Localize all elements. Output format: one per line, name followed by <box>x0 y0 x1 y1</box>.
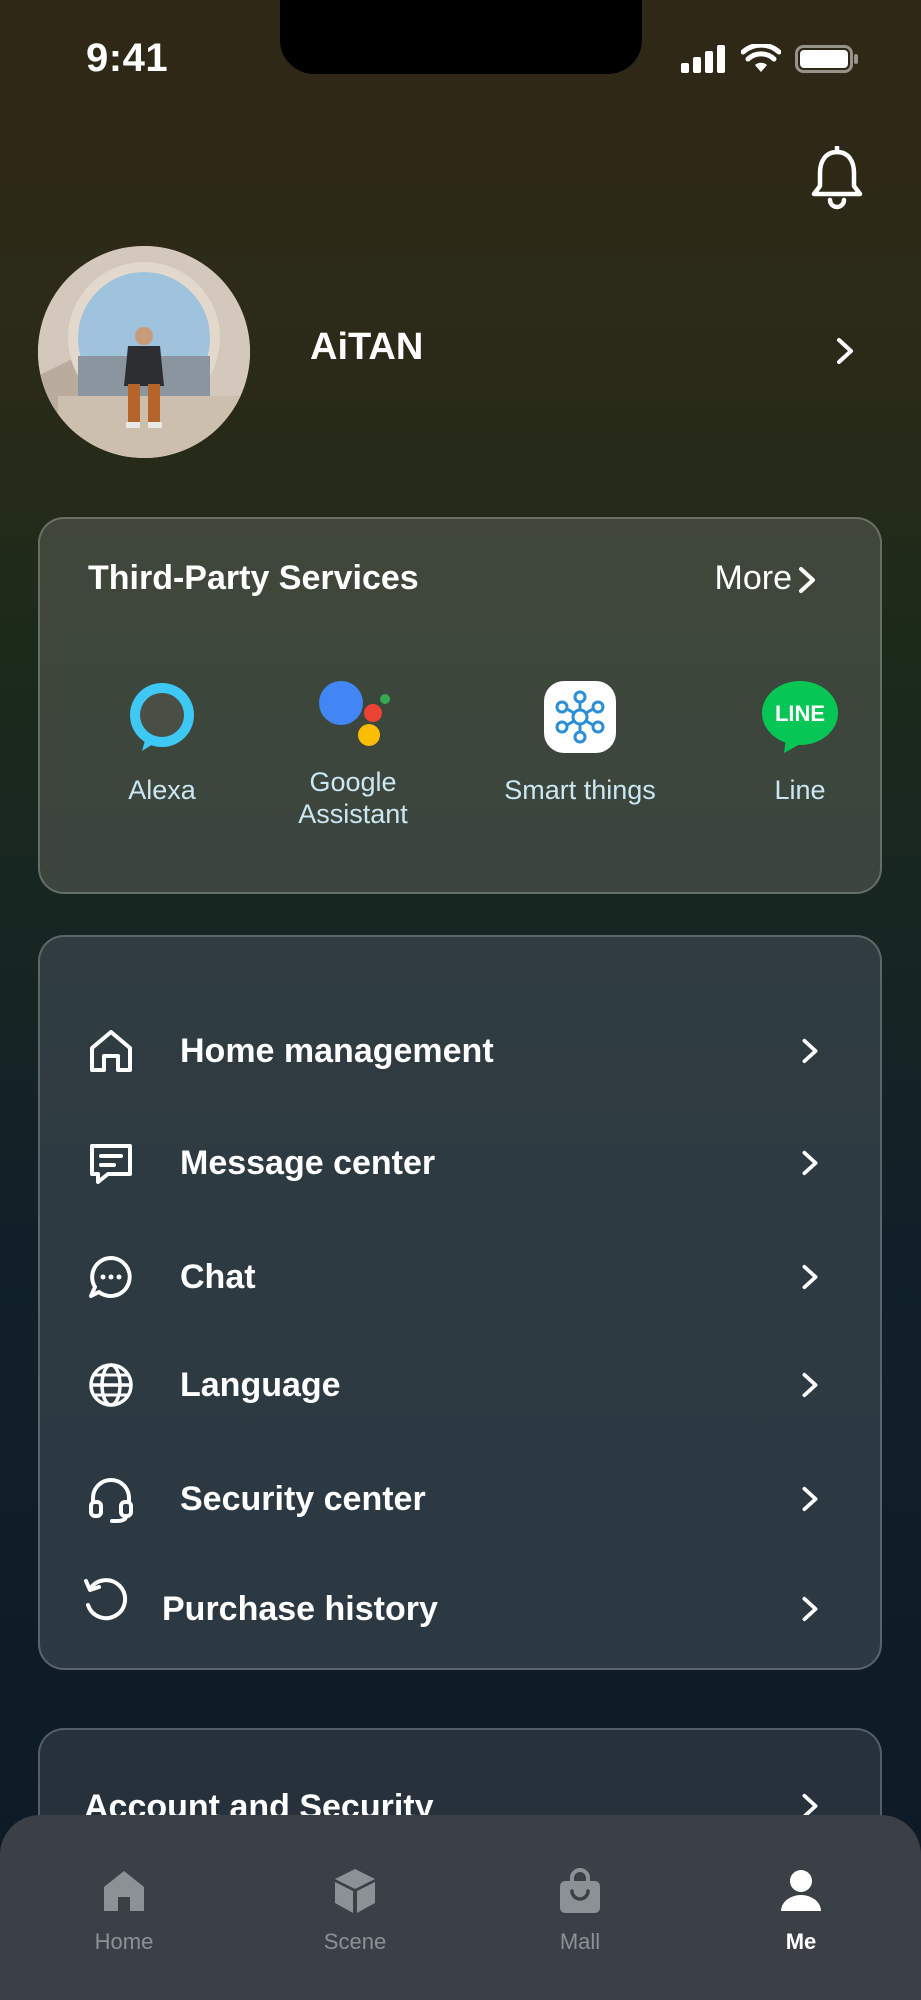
message-icon <box>90 1144 132 1184</box>
tab-label: Me <box>785 1929 817 1954</box>
menu-item-label: Purchase history <box>162 1589 438 1628</box>
cube-icon <box>335 1869 375 1913</box>
chevron-right-icon <box>802 1596 818 1622</box>
globe-icon <box>89 1363 133 1407</box>
service-google-assistant[interactable]: Google Assistant <box>278 669 428 830</box>
notification-bell-icon[interactable] <box>809 146 865 210</box>
menu-item-message-center[interactable]: Message center <box>40 1133 880 1193</box>
menu-item-label: Security center <box>180 1479 426 1518</box>
headset-icon <box>89 1478 133 1523</box>
chevron-right-icon <box>802 1486 818 1512</box>
status-icons <box>681 44 859 74</box>
person-icon <box>781 1870 821 1911</box>
tab-mall[interactable]: Mall <box>510 1867 650 1955</box>
menu-item-home-management[interactable]: Home management <box>40 1021 880 1081</box>
menu-item-purchase-history[interactable]: Purchase history <box>40 1578 880 1639</box>
tab-home[interactable]: Home <box>54 1867 194 1955</box>
signal-icon <box>681 45 725 73</box>
bottom-tab-bar: Home Scene Mall Me <box>0 1815 921 2000</box>
service-line[interactable]: LINE Line <box>740 677 860 806</box>
chevron-right-icon[interactable] <box>830 336 860 366</box>
menu-item-language[interactable]: Language <box>40 1355 880 1415</box>
third-party-services-card: Third-Party Services More Alexa Google A… <box>38 517 882 894</box>
tab-me[interactable]: Me <box>731 1867 871 1955</box>
tab-label: Mall <box>559 1929 601 1954</box>
tab-label: Scene <box>323 1929 387 1954</box>
smartthings-icon <box>544 681 616 753</box>
line-logo-text: LINE <box>775 701 825 726</box>
history-icon <box>84 1578 128 1621</box>
avatar[interactable] <box>38 246 250 458</box>
chevron-right-icon <box>802 1038 818 1064</box>
google-assistant-icon <box>319 681 390 746</box>
service-label: Google Assistant <box>298 767 408 829</box>
menu-item-chat[interactable]: Chat <box>40 1247 880 1307</box>
home-outline-icon <box>90 1030 132 1072</box>
menu-item-label: Chat <box>180 1257 256 1296</box>
bag-icon <box>560 1868 600 1913</box>
avatar-photo <box>38 246 250 458</box>
camera-notch <box>280 0 642 74</box>
chevron-right-icon <box>802 1372 818 1398</box>
profile-name[interactable]: AiTAN <box>310 326 423 369</box>
menu-item-label: Message center <box>180 1143 436 1182</box>
menu-item-label: Language <box>180 1365 341 1404</box>
service-alexa[interactable]: Alexa <box>92 677 232 806</box>
chat-icon <box>89 1256 132 1298</box>
settings-menu-card: Home management Message center Chat Lang… <box>38 935 882 1670</box>
tab-label: Home <box>94 1929 154 1954</box>
tab-scene[interactable]: Scene <box>285 1867 425 1955</box>
line-icon: LINE <box>762 681 838 753</box>
status-time: 9:41 <box>86 36 169 80</box>
chevron-right-icon <box>802 1264 818 1290</box>
battery-icon <box>795 45 858 73</box>
section-title: Third-Party Services <box>88 559 419 597</box>
home-icon <box>104 1871 144 1911</box>
chevron-right-icon <box>802 1150 818 1176</box>
service-label: Line <box>774 775 826 805</box>
alexa-icon <box>130 683 194 751</box>
menu-item-security-center[interactable]: Security center <box>40 1469 880 1529</box>
service-smartthings[interactable]: Smart things <box>480 677 680 806</box>
wifi-icon <box>741 44 781 72</box>
service-label: Alexa <box>128 775 196 805</box>
service-label: Smart things <box>504 775 656 805</box>
chevron-right-icon[interactable] <box>792 565 822 595</box>
menu-item-label: Home management <box>180 1031 494 1070</box>
more-link[interactable]: More <box>715 559 792 598</box>
